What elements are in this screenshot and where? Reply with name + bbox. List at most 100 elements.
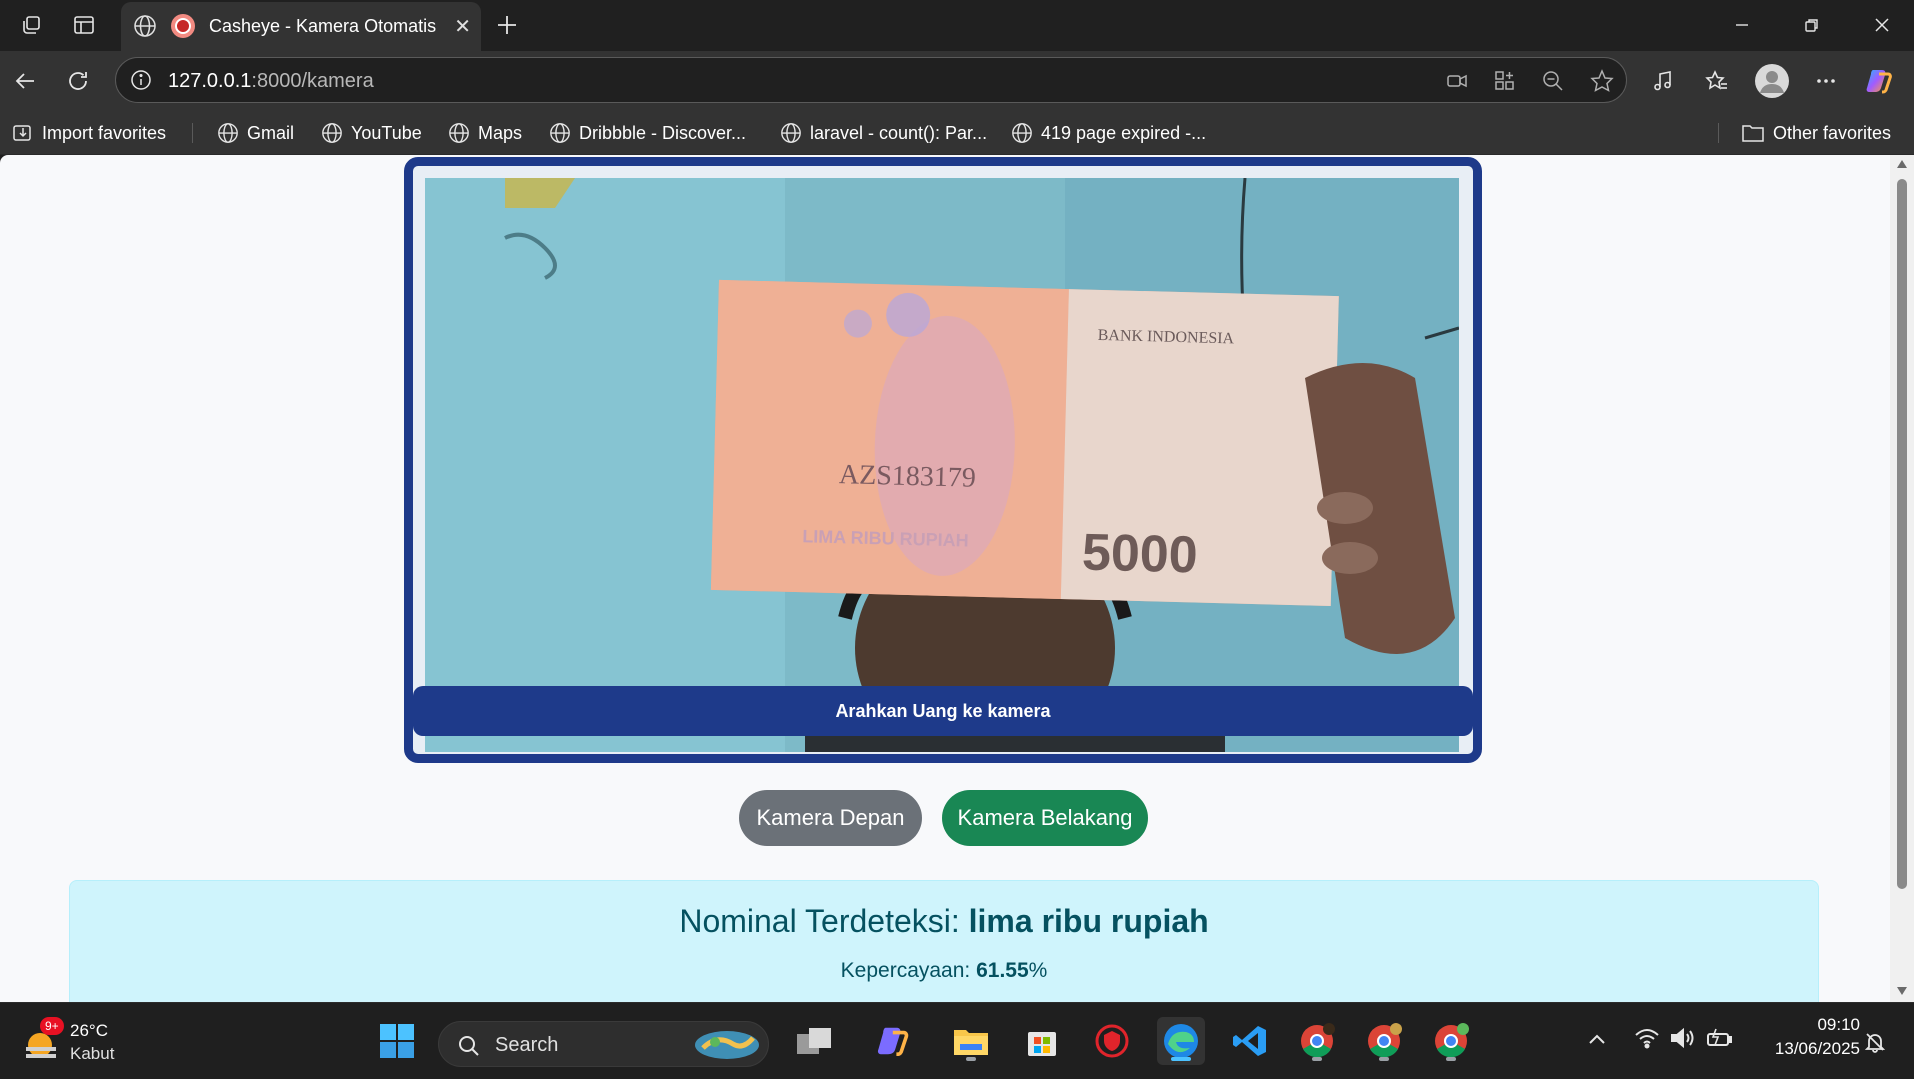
- bookmark-maps[interactable]: Maps: [448, 119, 522, 147]
- camera-in-use-icon[interactable]: [1446, 70, 1468, 97]
- clock[interactable]: 09:10 13/06/2025: [1750, 1015, 1860, 1059]
- chrome-icon: [1368, 1023, 1402, 1058]
- globe-icon: [781, 123, 801, 143]
- bookmark-label: laravel - count(): Par...: [810, 122, 988, 143]
- back-camera-button[interactable]: Kamera Belakang: [942, 790, 1148, 846]
- search-icon: [459, 1036, 479, 1056]
- bookmark-label: YouTube: [351, 122, 422, 143]
- weather-badge: 9+: [40, 1017, 64, 1035]
- globe-icon: [550, 123, 570, 143]
- other-favorites-folder[interactable]: Other favorites: [1741, 119, 1891, 147]
- camera-hint-banner: Arahkan Uang ke kamera: [413, 686, 1473, 736]
- scrollbar-thumb[interactable]: [1897, 179, 1907, 889]
- bookmark-419-page-expired[interactable]: 419 page expired -...: [1011, 119, 1206, 147]
- close-window-icon[interactable]: [1854, 8, 1910, 42]
- task-view-icon: [797, 1028, 831, 1054]
- minimize-icon[interactable]: [1714, 8, 1770, 42]
- tab-casheye[interactable]: Casheye - Kamera Otomatis ✕: [121, 2, 481, 51]
- chrome-icon: [1435, 1023, 1469, 1058]
- shield-icon: [1095, 1024, 1129, 1058]
- security-app-button[interactable]: [1088, 1017, 1136, 1065]
- restore-icon[interactable]: [1784, 8, 1840, 42]
- camera-video-feed: AZS183179 BANK INDONESIA LIMA RIBU RUPIA…: [425, 178, 1459, 752]
- scroll-down-icon[interactable]: [1896, 986, 1908, 996]
- volume-icon[interactable]: [1670, 1027, 1696, 1054]
- zoom-out-icon[interactable]: [1542, 70, 1564, 97]
- bookmark-dribbble[interactable]: Dribbble - Discover...: [549, 119, 746, 147]
- url-text: 127.0.0.1:8000/kamera: [168, 70, 374, 93]
- banknote-denomination: 5000: [1081, 524, 1198, 585]
- copilot-taskbar-button[interactable]: [870, 1017, 918, 1065]
- more-options-icon[interactable]: [1808, 63, 1844, 99]
- copilot-icon[interactable]: [1862, 63, 1898, 99]
- bookmark-import-favorites[interactable]: Import favorites: [12, 119, 166, 147]
- other-favorites-label: Other favorites: [1773, 122, 1892, 143]
- chrome-profile-2-button[interactable]: [1360, 1017, 1408, 1065]
- camera-frame: AZS183179 BANK INDONESIA LIMA RIBU RUPIA…: [404, 157, 1482, 763]
- battery-icon[interactable]: [1706, 1027, 1734, 1054]
- notifications-icon[interactable]: [1864, 1031, 1886, 1058]
- front-camera-button[interactable]: Kamera Depan: [739, 790, 922, 846]
- chrome-profile-1-button[interactable]: [1293, 1017, 1341, 1065]
- banknote-bank-text: BANK INDONESIA: [1097, 327, 1234, 348]
- new-tab-icon[interactable]: [489, 8, 525, 42]
- taskbar-search[interactable]: Search: [438, 1021, 769, 1067]
- vertical-tabs-icon[interactable]: [66, 8, 102, 42]
- result-heading: Nominal Terdeteksi: lima ribu rupiah: [70, 903, 1818, 940]
- clock-time: 09:10: [1817, 1015, 1860, 1034]
- bookmark-divider: [192, 123, 193, 143]
- favorites-icon[interactable]: [1699, 63, 1735, 99]
- page-scrollbar[interactable]: [1890, 155, 1914, 1002]
- banknote-serial: AZS183179: [839, 459, 977, 494]
- bookmark-label: Import favorites: [42, 122, 167, 143]
- url-path: :8000/kamera: [251, 70, 374, 92]
- bookmark-youtube[interactable]: YouTube: [321, 119, 422, 147]
- scroll-up-icon[interactable]: [1896, 159, 1908, 169]
- bookmark-laravel[interactable]: laravel - count(): Par...: [780, 119, 987, 147]
- browser-title-bar: Casheye - Kamera Otomatis ✕: [0, 0, 1914, 51]
- refresh-icon[interactable]: [60, 63, 96, 99]
- wifi-icon[interactable]: [1634, 1027, 1660, 1054]
- tab-title: Casheye - Kamera Otomatis: [209, 16, 437, 36]
- site-info-icon[interactable]: [130, 69, 152, 96]
- result-value: lima ribu rupiah: [968, 903, 1209, 939]
- chrome-icon: [1301, 1023, 1335, 1058]
- chrome-profile-3-button[interactable]: [1427, 1017, 1475, 1065]
- camera-scene: AZS183179 BANK INDONESIA LIMA RIBU RUPIA…: [425, 178, 1459, 752]
- confidence-label: Kepercayaan:: [840, 959, 971, 982]
- address-bar[interactable]: 127.0.0.1:8000/kamera: [115, 57, 1627, 103]
- file-explorer-button[interactable]: [947, 1017, 995, 1065]
- running-indicator: [1379, 1057, 1389, 1061]
- vscode-button[interactable]: [1226, 1017, 1274, 1065]
- bookmark-label: Dribbble - Discover...: [579, 122, 747, 143]
- show-hidden-icons-icon[interactable]: [1587, 1029, 1607, 1054]
- vscode-icon: [1233, 1026, 1266, 1056]
- detection-result-alert: Nominal Terdeteksi: lima ribu rupiah Kep…: [69, 880, 1819, 1002]
- close-tab-icon[interactable]: ✕: [454, 14, 471, 39]
- weather-desc: Kabut: [70, 1044, 115, 1063]
- workspaces-icon[interactable]: [13, 8, 49, 42]
- profile-avatar-icon[interactable]: [1752, 61, 1792, 101]
- globe-icon: [133, 14, 157, 43]
- globe-icon: [218, 123, 238, 143]
- globe-icon: [322, 123, 342, 143]
- bookmark-gmail[interactable]: Gmail: [217, 119, 294, 147]
- app-available-icon[interactable]: [1494, 70, 1516, 97]
- favorite-star-icon[interactable]: [1590, 69, 1614, 98]
- favorites-bar: Import favorites Gmail YouTube Maps Drib…: [0, 111, 1914, 155]
- folder-icon: [954, 1030, 988, 1055]
- confidence-unit: %: [1028, 959, 1048, 982]
- navigation-bar: 127.0.0.1:8000/kamera: [0, 51, 1914, 111]
- read-aloud-icon[interactable]: [1645, 63, 1681, 99]
- back-icon[interactable]: [7, 63, 43, 99]
- globe-icon: [1012, 123, 1032, 143]
- weather-widget[interactable]: 9+ 26°C Kabut: [20, 1017, 170, 1067]
- search-placeholder: Search: [495, 1034, 559, 1056]
- bookmark-label: 419 page expired -...: [1041, 122, 1207, 143]
- import-icon: [13, 125, 31, 141]
- edge-browser-button[interactable]: [1157, 1017, 1205, 1065]
- start-button[interactable]: [373, 1017, 421, 1065]
- microsoft-store-button[interactable]: [1018, 1017, 1066, 1065]
- recording-indicator-icon: [171, 14, 195, 38]
- task-view-button[interactable]: [790, 1017, 838, 1065]
